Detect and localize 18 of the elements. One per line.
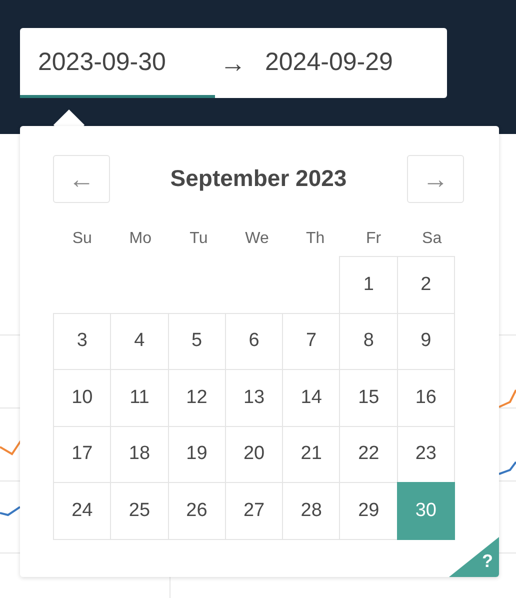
calendar-day[interactable]: 1 xyxy=(339,256,398,314)
weekday-label: Th xyxy=(306,229,325,249)
weekday-label: Su xyxy=(72,229,92,249)
month-title: September 2023 xyxy=(170,164,347,194)
date-range-field[interactable]: 2023-09-30 → 2024-09-29 xyxy=(20,28,447,98)
calendar-day[interactable]: 3 xyxy=(53,312,112,370)
date-input[interactable]: 2024-09-29 xyxy=(251,28,441,98)
weekday-label: Sa xyxy=(422,229,442,249)
weekday-label: Tu xyxy=(190,229,208,249)
previous-month-button[interactable]: ← xyxy=(53,154,110,202)
date-input[interactable]: 2023-09-30 xyxy=(20,28,215,98)
next-month-button[interactable]: → xyxy=(407,154,464,202)
arrow-separator: → xyxy=(219,46,247,80)
weekday-label: Mo xyxy=(129,229,152,249)
calendar-day[interactable]: 24 xyxy=(53,482,112,540)
calendar-day[interactable]: 2 xyxy=(396,256,456,314)
weekday-label: Fr xyxy=(366,229,382,249)
weekday-label: We xyxy=(245,229,269,249)
